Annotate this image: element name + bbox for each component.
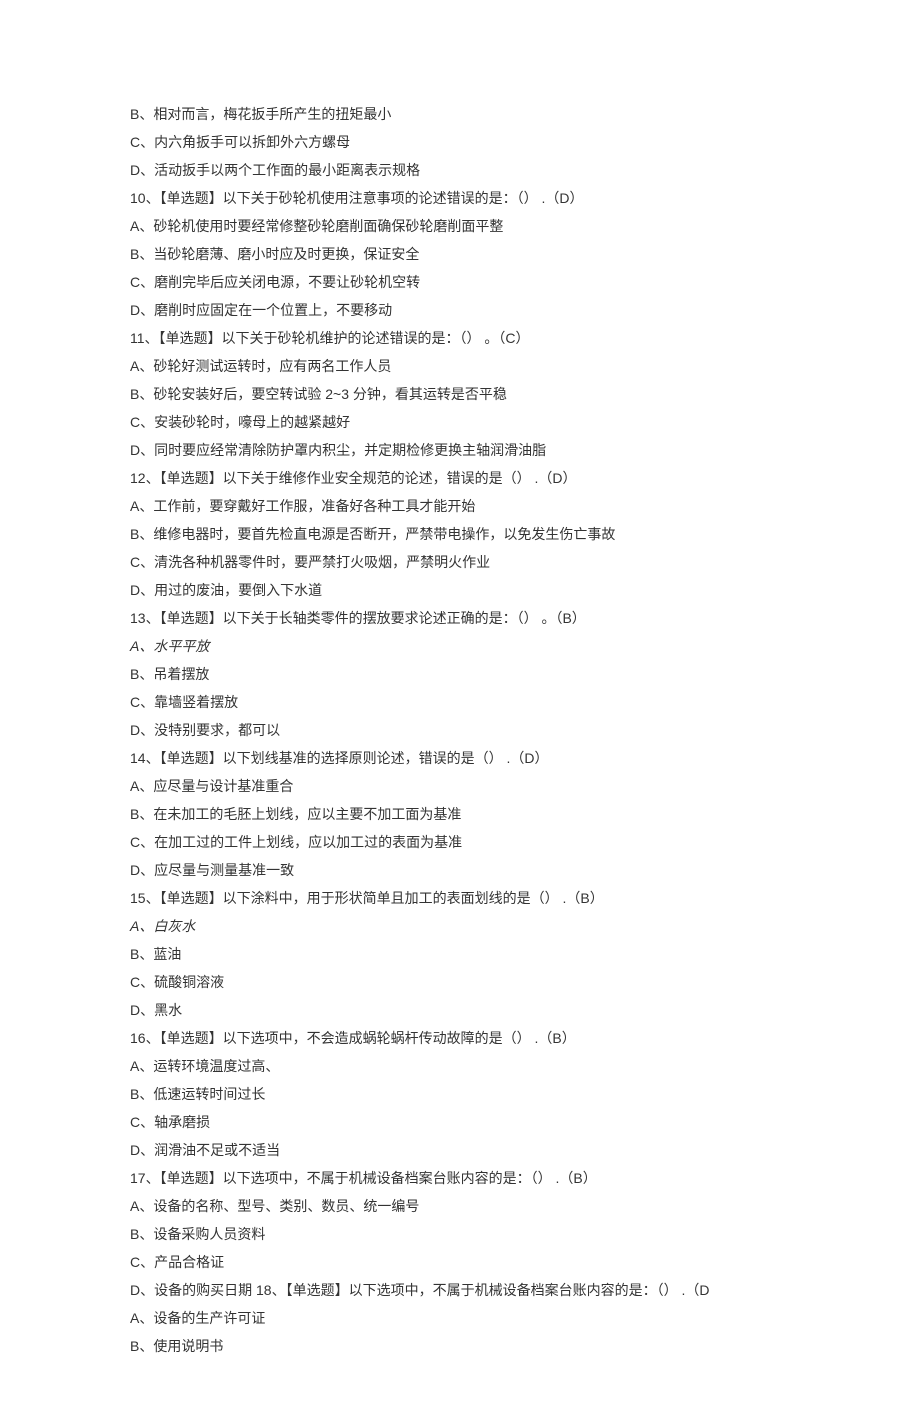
text-line: B、相对而言，梅花扳手所产生的扭矩最小 bbox=[130, 100, 790, 128]
text-line: D、活动扳手以两个工作面的最小距离表示规格 bbox=[130, 156, 790, 184]
text-line: A、白灰水 bbox=[130, 912, 790, 940]
document-body: B、相对而言，梅花扳手所产生的扭矩最小C、内六角扳手可以拆卸外六方螺母D、活动扳… bbox=[130, 100, 790, 1360]
text-line: D、没特别要求，都可以 bbox=[130, 716, 790, 744]
text-line: D、用过的废油，要倒入下水道 bbox=[130, 576, 790, 604]
text-line: 13、【单选题】以下关于长轴类零件的摆放要求论述正确的是：（） 。（B） bbox=[130, 604, 790, 632]
text-line: C、磨削完毕后应关闭电源，不要让砂轮机空转 bbox=[130, 268, 790, 296]
text-line: D、设备的购买日期 18、【单选题】以下选项中，不属于机械设备档案台账内容的是：… bbox=[130, 1276, 790, 1304]
text-line: C、安装砂轮时，嚎母上的越紧越好 bbox=[130, 408, 790, 436]
text-line: 11、【单选题】以下关于砂轮机维护的论述错误的是：（） 。（C） bbox=[130, 324, 790, 352]
text-line: B、设备采购人员资料 bbox=[130, 1220, 790, 1248]
text-line: A、运转环境温度过高、 bbox=[130, 1052, 790, 1080]
text-line: B、砂轮安装好后，要空转试验 2~3 分钟，看其运转是否平稳 bbox=[130, 380, 790, 408]
text-line: B、在未加工的毛胚上划线，应以主要不加工面为基准 bbox=[130, 800, 790, 828]
text-line: D、同时要应经常清除防护罩内积尘，并定期检修更换主轴润滑油脂 bbox=[130, 436, 790, 464]
text-line: C、靠墙竖着摆放 bbox=[130, 688, 790, 716]
text-line: 14、【单选题】以下划线基准的选择原则论述，错误的是（） .（D） bbox=[130, 744, 790, 772]
text-line: 17、【单选题】以下选项中，不属于机械设备档案台账内容的是：（） .（B） bbox=[130, 1164, 790, 1192]
text-line: C、清洗各种机器零件时，要严禁打火吸烟，严禁明火作业 bbox=[130, 548, 790, 576]
text-line: 10、【单选题】以下关于砂轮机使用注意事项的论述错误的是：（） .（D） bbox=[130, 184, 790, 212]
text-line: D、润滑油不足或不适当 bbox=[130, 1136, 790, 1164]
text-line: C、内六角扳手可以拆卸外六方螺母 bbox=[130, 128, 790, 156]
text-line: C、轴承磨损 bbox=[130, 1108, 790, 1136]
text-line: A、应尽量与设计基准重合 bbox=[130, 772, 790, 800]
text-line: D、应尽量与测量基准一致 bbox=[130, 856, 790, 884]
text-line: B、当砂轮磨薄、磨小时应及时更换，保证安全 bbox=[130, 240, 790, 268]
text-line: D、磨削时应固定在一个位置上，不要移动 bbox=[130, 296, 790, 324]
text-line: C、产品合格证 bbox=[130, 1248, 790, 1276]
text-line: C、在加工过的工件上划线，应以加工过的表面为基准 bbox=[130, 828, 790, 856]
text-line: 15、【单选题】以下涂料中，用于形状简单且加工的表面划线的是（） .（B） bbox=[130, 884, 790, 912]
text-line: A、砂轮好测试运转时，应有两名工作人员 bbox=[130, 352, 790, 380]
text-line: A、砂轮机使用时要经常修整砂轮磨削面确保砂轮磨削面平整 bbox=[130, 212, 790, 240]
text-line: B、吊着摆放 bbox=[130, 660, 790, 688]
text-line: 12、【单选题】以下关于维修作业安全规范的论述，错误的是（） .（D） bbox=[130, 464, 790, 492]
text-line: B、维修电器时，要首先检直电源是否断开，严禁带电操作，以免发生伤亡事故 bbox=[130, 520, 790, 548]
text-line: A、设备的名称、型号、类别、数员、统一编号 bbox=[130, 1192, 790, 1220]
text-line: D、黑水 bbox=[130, 996, 790, 1024]
text-line: B、蓝油 bbox=[130, 940, 790, 968]
text-line: B、使用说明书 bbox=[130, 1332, 790, 1360]
text-line: C、硫酸铜溶液 bbox=[130, 968, 790, 996]
text-line: A、设备的生产许可证 bbox=[130, 1304, 790, 1332]
text-line: A、工作前，要穿戴好工作服，准备好各种工具才能开始 bbox=[130, 492, 790, 520]
text-line: B、低速运转时间过长 bbox=[130, 1080, 790, 1108]
text-line: 16、【单选题】以下选项中，不会造成蜗轮蜗杆传动故障的是（） .（B） bbox=[130, 1024, 790, 1052]
text-line: A、水平平放 bbox=[130, 632, 790, 660]
